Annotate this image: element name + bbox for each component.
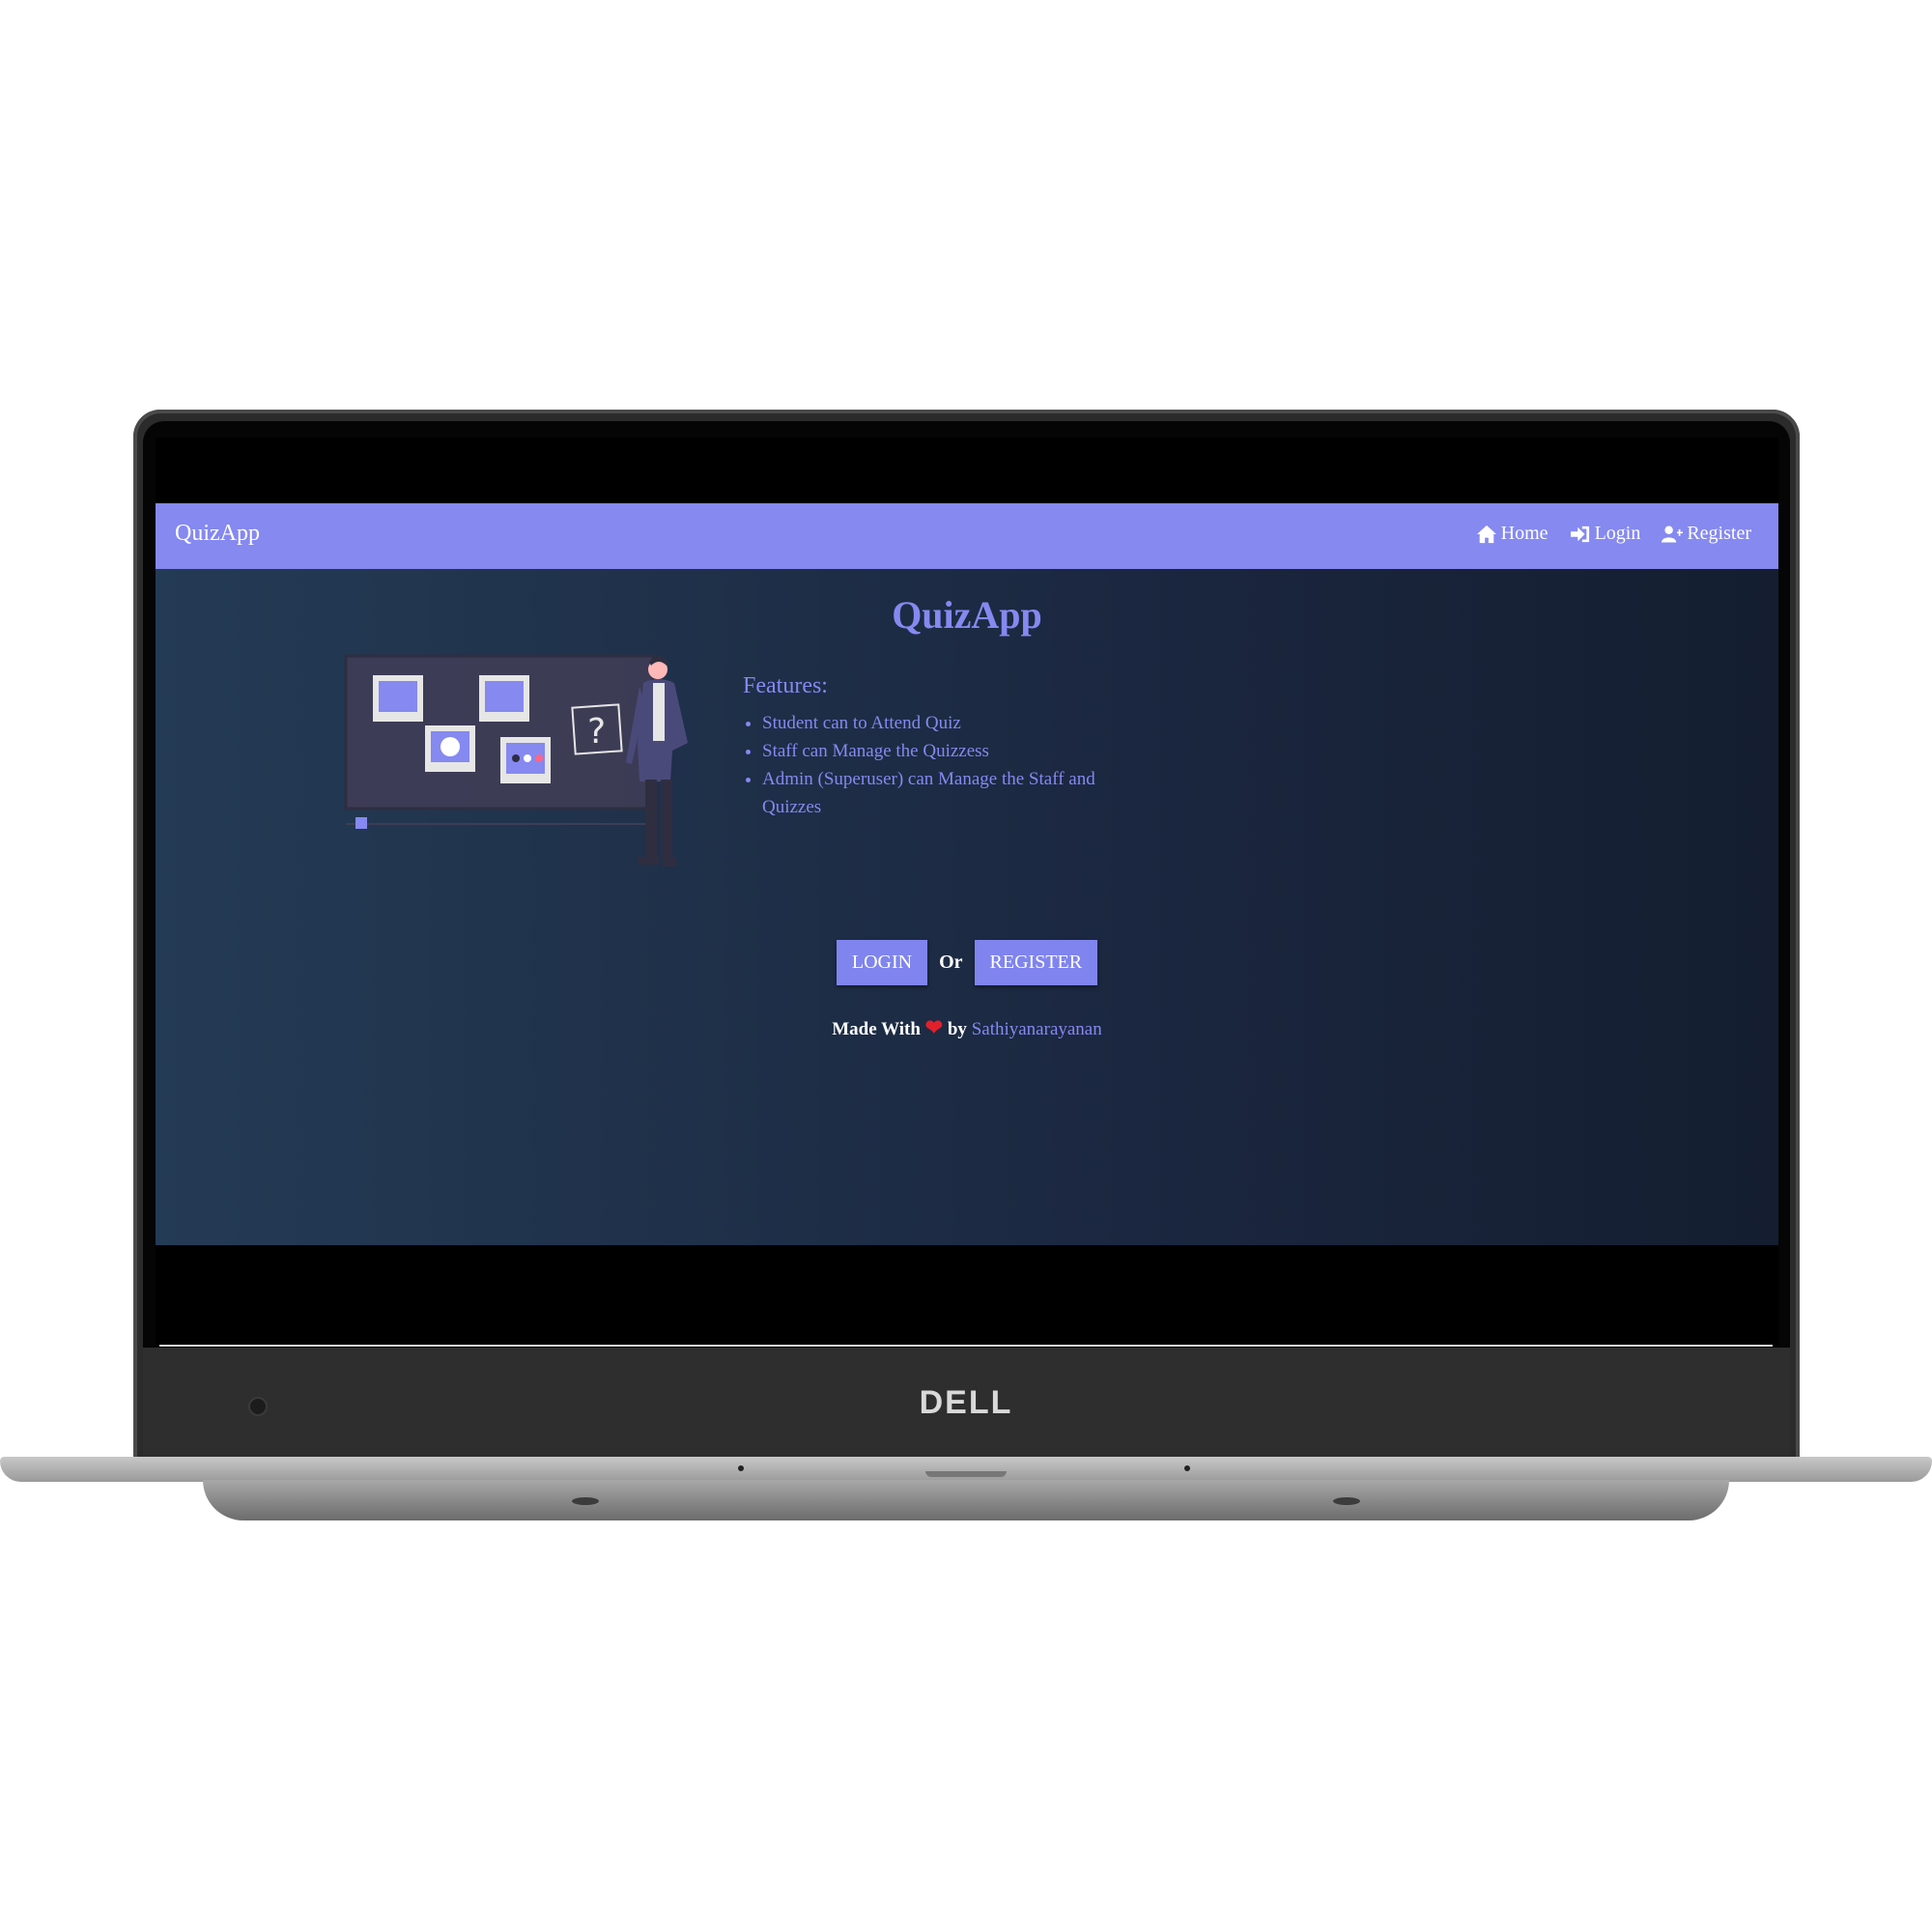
login-button[interactable]: LOGIN <box>836 940 928 985</box>
laptop-screen: QuizApp Home Login Register QuizApp ? Fe… <box>156 438 1778 1346</box>
register-button[interactable]: REGISTER <box>974 940 1098 985</box>
by-text: by <box>947 1019 967 1039</box>
or-separator: Or <box>939 952 963 973</box>
heart-icon: ❤ <box>924 1015 944 1039</box>
laptop-foot <box>572 1497 599 1505</box>
laptop-notch <box>925 1471 1007 1477</box>
author-link[interactable]: Sathiyanarayanan <box>972 1019 1102 1039</box>
nav-link-label: Home <box>1500 523 1548 544</box>
svg-text:?: ? <box>587 712 606 752</box>
nav-link-home[interactable]: Home <box>1476 523 1548 545</box>
feature-item: Staff can Manage the Quizzess <box>762 737 1112 765</box>
webcam-icon <box>250 1399 266 1414</box>
nav-link-login[interactable]: Login <box>1570 523 1641 545</box>
webpage: QuizApp Home Login Register QuizApp ? Fe… <box>156 503 1778 1245</box>
feature-item: Student can to Attend Quiz <box>762 709 1112 737</box>
laptop-base <box>0 1457 1932 1482</box>
laptop-dot <box>738 1465 744 1471</box>
nav-link-label: Login <box>1594 523 1641 544</box>
laptop-dot <box>1184 1465 1190 1471</box>
screen-edge <box>159 1345 1773 1347</box>
footer-credit: Made With ❤ by Sathiyanarayanan <box>156 1015 1778 1040</box>
quiz-illustration: ? <box>344 654 688 867</box>
made-with-text: Made With <box>832 1019 921 1039</box>
nav-link-register[interactable]: Register <box>1662 523 1751 545</box>
user-plus-icon <box>1662 526 1684 542</box>
auth-actions: LOGIN Or REGISTER <box>156 940 1778 985</box>
nav-link-label: Register <box>1687 523 1751 544</box>
features-list: Student can to Attend Quiz Staff can Man… <box>725 709 1112 821</box>
features-title: Features: <box>743 673 828 698</box>
sign-in-icon <box>1570 526 1589 542</box>
navbar: QuizApp Home Login Register <box>156 503 1778 569</box>
navbar-brand[interactable]: QuizApp <box>175 521 260 547</box>
page-title: QuizApp <box>892 593 1042 637</box>
laptop-foot <box>1333 1497 1360 1505</box>
laptop-base-bottom <box>203 1480 1729 1520</box>
home-icon <box>1476 525 1496 543</box>
features-section: Features: Student can to Attend Quiz Sta… <box>725 673 1112 821</box>
navbar-links: Home Login Register <box>1476 523 1751 545</box>
feature-item: Admin (Superuser) can Manage the Staff a… <box>762 765 1112 821</box>
laptop-brand-logo: DELL <box>919 1384 1013 1421</box>
